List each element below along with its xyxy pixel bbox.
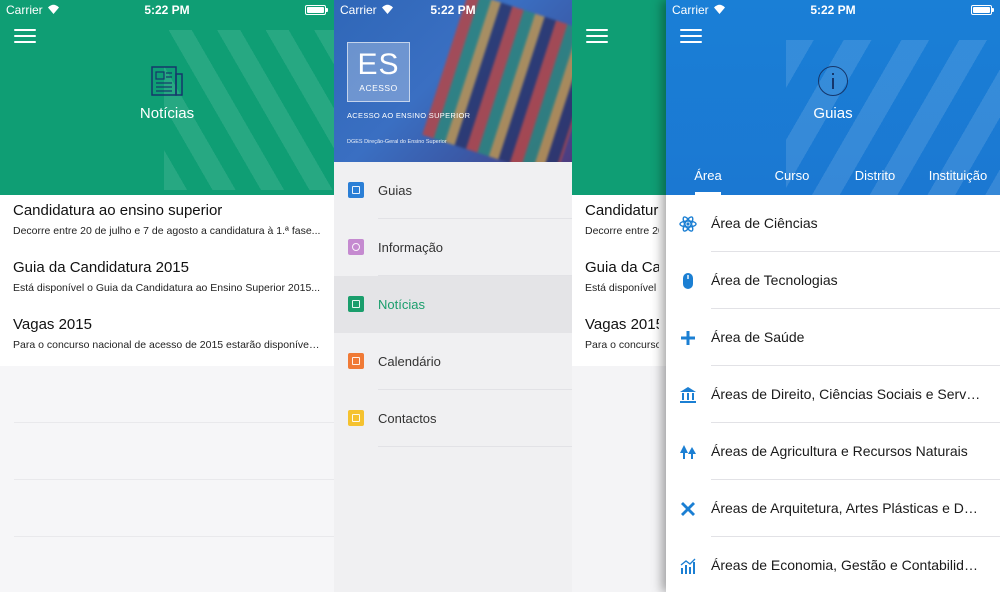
trees-icon <box>680 445 696 459</box>
noticias-header: Carrier 5:22 PM Notícias <box>0 0 334 195</box>
news-item[interactable]: Vagas 2015 Para o concurso nacional de a… <box>572 309 672 366</box>
news-item[interactable]: Vagas 2015 Para o concurso nacional de a… <box>0 309 334 366</box>
tab-distrito[interactable]: Distrito <box>833 168 917 183</box>
menu-item-guias[interactable]: Guias <box>334 162 572 219</box>
news-item[interactable]: Guia da Candidatura 2015 Está disponível… <box>0 252 334 309</box>
atom-icon <box>679 216 697 232</box>
news-summary: Para o concurso nacional de acesso de 20… <box>13 339 321 351</box>
menu-item-label: Contactos <box>378 411 437 426</box>
news-item[interactable]: Candidatura ao ensino superior Decorre e… <box>572 195 672 252</box>
list-item[interactable]: Áreas de Direito, Ciências Sociais e Ser… <box>666 366 1000 423</box>
list-item-label: Áreas de Arquitetura, Artes Plásticas e … <box>711 500 982 516</box>
noticias-screen: Carrier 5:22 PM Notícias Candidatura ao … <box>0 0 334 592</box>
battery-icon <box>305 5 328 15</box>
news-summary: Decorre entre 20 de julho e 7 de agosto … <box>13 225 321 237</box>
tab-area[interactable]: Área <box>666 168 750 195</box>
list-item[interactable]: Área de Ciências <box>666 195 1000 252</box>
hamburger-menu-icon[interactable] <box>586 29 608 44</box>
calendar-icon <box>348 353 364 369</box>
list-item-label: Áreas de Economia, Gestão e Contabilidad… <box>711 557 982 573</box>
tab-bar: Área Curso Distrito Instituição <box>666 160 1000 195</box>
news-summary: Para o concurso nacional de acesso de 20… <box>585 339 659 351</box>
clock: 5:22 PM <box>430 3 476 17</box>
tab-instituicao[interactable]: Instituição <box>916 168 1000 183</box>
list-item[interactable]: Área de Tecnologias <box>666 252 1000 309</box>
news-title: Candidatura ao ensino superior <box>585 202 659 219</box>
news-title: Guia da Candidatura 2015 <box>13 259 189 276</box>
menu-item-label: Guias <box>378 183 412 198</box>
menu-header: Carrier 5:22 PM ES ACESSO ACESSO AO ENSI… <box>334 0 572 162</box>
list-item-label: Áreas de Direito, Ciências Sociais e Ser… <box>711 386 982 402</box>
tab-curso[interactable]: Curso <box>750 168 834 183</box>
info-icon <box>348 239 364 255</box>
list-item-label: Áreas de Agricultura e Recursos Naturais <box>711 443 968 459</box>
menu-item-noticias[interactable]: Notícias <box>334 276 572 333</box>
menu-item-label: Informação <box>378 240 444 255</box>
news-title: Guia da Candidatura 2015 <box>585 259 659 276</box>
news-summary: Está disponível o Guia da Candidatura ao… <box>13 282 321 294</box>
news-item[interactable]: Guia da Candidatura 2015 Está disponível… <box>572 252 672 309</box>
list-item[interactable]: Áreas de Agricultura e Recursos Naturais <box>666 423 1000 480</box>
logo-text: ES <box>357 48 400 81</box>
guias-screen: Candidatura ao ensino superior Decorre e… <box>572 0 1000 592</box>
area-list: Área de Ciências Área de Tecnologias Áre… <box>666 195 1000 592</box>
menu-list: Guias Informação Notícias Calendário Con… <box>334 162 572 447</box>
menu-item-calendario[interactable]: Calendário <box>334 333 572 390</box>
tools-icon <box>681 502 695 516</box>
status-bar: Carrier 5:22 PM <box>0 0 334 20</box>
news-summary: Decorre entre 20 de julho e 7 de agosto … <box>585 225 659 237</box>
news-title: Vagas 2015 <box>585 316 659 333</box>
org-label: DGES Direção-Geral do Ensino Superior <box>347 139 447 145</box>
clock: 5:22 PM <box>144 3 190 17</box>
guias-panel: Carrier 5:22 PM Guias Área Curso Distrit… <box>666 0 1000 592</box>
menu-item-label: Calendário <box>378 354 441 369</box>
status-bar: Carrier 5:22 PM <box>666 0 1000 20</box>
guias-header: Carrier 5:22 PM Guias Área Curso Distrit… <box>666 0 1000 195</box>
empty-list-area <box>0 366 334 592</box>
list-item-label: Área de Saúde <box>711 329 805 345</box>
app-subtitle: ACESSO AO ENSINO SUPERIOR <box>347 111 471 120</box>
list-item-label: Área de Tecnologias <box>711 272 838 288</box>
page-title: Notícias <box>139 105 195 122</box>
hamburger-menu-icon[interactable] <box>14 29 36 44</box>
news-title: Candidatura ao ensino superior <box>13 202 223 219</box>
menu-item-informacao[interactable]: Informação <box>334 219 572 276</box>
es-logo: ES ACESSO <box>347 42 410 102</box>
news-icon <box>348 296 364 312</box>
page-title: Guias <box>813 105 853 122</box>
battery-icon <box>971 5 994 15</box>
logo-subtext: ACESSO <box>359 83 398 93</box>
news-item[interactable]: Candidatura ao ensino superior Decorre e… <box>0 195 334 252</box>
chart-icon <box>680 558 696 574</box>
news-list: Candidatura ao ensino superior Decorre e… <box>572 195 672 366</box>
info-circle-icon <box>818 66 848 96</box>
list-item-label: Área de Ciências <box>711 215 818 231</box>
mouse-icon <box>683 273 693 289</box>
status-bar: Carrier 5:22 PM <box>334 0 572 20</box>
contacts-icon <box>348 410 364 426</box>
news-summary: Está disponível o Guia da Candidatura ao… <box>585 282 659 294</box>
list-item[interactable]: Área de Saúde <box>666 309 1000 366</box>
header-photo <box>422 0 572 162</box>
side-menu-screen: Carrier 5:22 PM ES ACESSO ACESSO AO ENSI… <box>334 0 572 592</box>
list-item[interactable]: Áreas de Economia, Gestão e Contabilidad… <box>666 537 1000 592</box>
guias-icon <box>348 182 364 198</box>
news-list: Candidatura ao ensino superior Decorre e… <box>0 195 334 366</box>
clock: 5:22 PM <box>810 3 856 17</box>
menu-item-contactos[interactable]: Contactos <box>334 390 572 447</box>
menu-item-label: Notícias <box>378 297 425 312</box>
list-item[interactable]: Áreas de Arquitetura, Artes Plásticas e … <box>666 480 1000 537</box>
plus-icon <box>681 331 695 345</box>
institution-icon <box>680 387 696 403</box>
underlying-noticias-screen: Candidatura ao ensino superior Decorre e… <box>572 0 672 592</box>
newspaper-icon <box>151 66 183 96</box>
news-title: Vagas 2015 <box>13 316 92 333</box>
hamburger-menu-icon[interactable] <box>680 29 702 44</box>
